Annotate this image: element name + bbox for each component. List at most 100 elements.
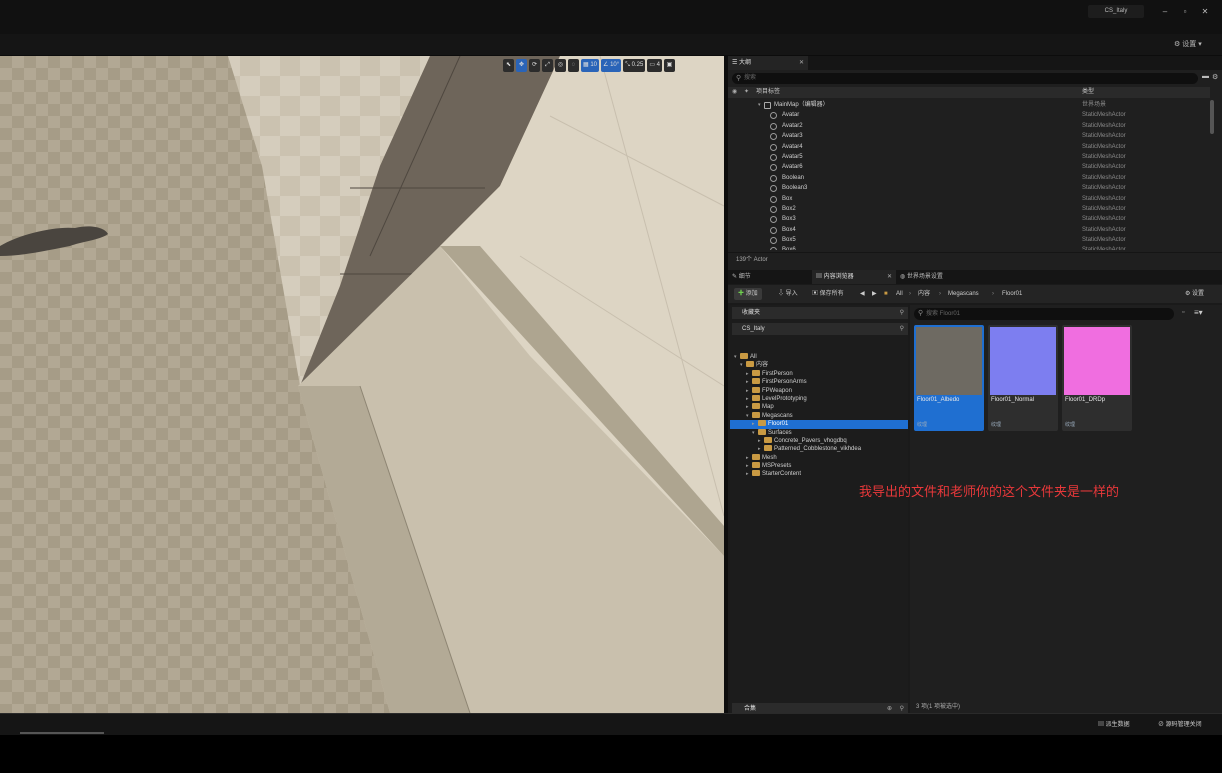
scale-snap-button[interactable]: ⤡ 0.25 [623,59,646,72]
asset-search-input[interactable]: 搜索 Floor01 [914,308,1174,320]
tree-item[interactable]: ▸ Floor01 [730,420,908,429]
tab-world-settings[interactable]: ◍ 世界场景设置 [896,270,996,284]
static-mesh-icon [770,143,777,151]
globe-icon: ◍ [900,274,907,280]
outliner-row[interactable]: Boolean StaticMeshActor [728,173,1210,183]
no-entry-icon: ⊘ [1158,722,1166,728]
tree-item[interactable]: ▸ StarterContent [730,470,908,478]
derived-data-button[interactable]: ▤ 派生数据 [1098,719,1130,731]
project-label: CS_Italy [742,326,765,332]
select-mode-button[interactable]: ⬉ [503,59,514,72]
content-settings-button[interactable]: ⚙ 设置 [1185,288,1204,300]
outliner-row[interactable]: Avatar4 StaticMeshActor [728,142,1210,152]
breadcrumb-content[interactable]: 内容 [918,288,930,300]
save-search-icon[interactable]: ▫ [1182,309,1184,316]
tree-item[interactable]: ▸ LevelPrototyping [730,394,908,403]
asset-tile[interactable]: Floor01_Albedo 纹理 [914,325,984,431]
maximize-viewport-button[interactable]: ▣ [664,59,675,72]
static-mesh-icon [770,185,777,193]
breadcrumb-all[interactable]: All [896,288,903,300]
minimize-button[interactable]: – [1157,5,1173,19]
save-all-button[interactable]: ▣ 保存所有 [808,288,848,300]
tree-item[interactable]: ▸ MSPresets [730,462,908,470]
tree-item[interactable]: ▾ Megascans [730,411,908,420]
menu-bar: ⚙ 设置 ▾ [0,34,1222,56]
asset-tile[interactable]: Floor01_Normal 纹理 [988,325,1058,431]
outliner-row[interactable]: Box3 StaticMeshActor [728,214,1210,224]
outliner-scrollbar[interactable] [1210,100,1214,134]
import-button[interactable]: ⇩ 导入 [774,288,802,300]
tree-item-label: FirstPersonArms [762,379,807,386]
settings-label: 设置 [1192,291,1205,297]
tree-item[interactable]: ▸ FirstPerson [730,369,908,378]
static-mesh-icon [770,174,777,182]
outliner-row[interactable]: Box5 StaticMeshActor [728,235,1210,245]
close-icon[interactable]: ✕ [799,56,804,70]
outliner-row[interactable]: Avatar5 StaticMeshActor [728,152,1210,162]
grid-snap-button[interactable]: ▦ 10 [581,59,600,72]
tree-item[interactable]: ▸ Map [730,403,908,411]
outliner-row[interactable]: Box6 StaticMeshActor [728,245,1210,250]
camera-speed-button[interactable]: ▭ 4 [647,59,662,72]
settings-menu[interactable]: ⚙ 设置 ▾ [1174,38,1202,51]
tree-item[interactable]: ▸ Mesh [730,453,908,462]
tree-item[interactable]: ▾ Surfaces [730,428,908,437]
outliner-row[interactable]: Avatar2 StaticMeshActor [728,121,1210,131]
row-type: StaticMeshActor [1082,185,1126,192]
history-back-button[interactable]: ◀ [856,288,869,300]
filter-icon[interactable]: ≡▾ [1194,308,1203,317]
tab-outliner[interactable]: ☰ 大纲 ✕ [728,56,808,70]
breadcrumb-separator-icon: › [939,291,941,297]
outliner-search-input[interactable]: 搜索 [732,73,1198,84]
outliner-row[interactable]: Avatar6 StaticMeshActor [728,162,1210,172]
breadcrumb-floor01[interactable]: Floor01 [1002,288,1022,300]
tab-content-browser[interactable]: ▤ 内容浏览器 ✕ [812,270,896,284]
add-button[interactable]: ✚ 添加 [734,288,762,300]
rotate-snap-button[interactable]: ∠ 10° [601,59,622,72]
tab-details[interactable]: ✎ 细节 [728,270,812,284]
tree-item[interactable]: ▸ FirstPersonArms [730,378,908,386]
tree-item[interactable]: ▾ 内容 [730,361,908,369]
maximize-button[interactable]: ▫ [1177,5,1193,19]
outliner-row[interactable]: Box StaticMeshActor [728,194,1210,204]
rotate-mode-button[interactable]: ⟳ [529,59,540,72]
project-name-tab[interactable]: CS_Italy [1088,5,1144,18]
outliner-root-row[interactable]: ▾ MainMap（编辑器） 世界场景 [728,100,1210,110]
level-viewport[interactable]: ⬉ ✥ ⟳ ⤢ ◎ ◌ ▦ 10 ∠ 10° ⤡ 0.25 ▭ 4 ▣ [0,56,724,713]
project-section[interactable]: CS_Italy ⚲ [732,323,908,335]
search-icon[interactable]: ⚲ [900,307,904,319]
column-type[interactable]: 类型 [1082,87,1094,98]
row-type: StaticMeshActor [1082,122,1126,129]
history-forward-button[interactable]: ▶ [868,288,881,300]
gear-icon[interactable]: ⚙ [1212,73,1218,81]
pin-icon[interactable]: ✦ [744,87,749,98]
outliner-row[interactable]: Box4 StaticMeshActor [728,225,1210,235]
breadcrumb-megascans[interactable]: Megascans [948,288,979,300]
surface-snap-button[interactable]: ◌ [568,59,579,72]
outliner-row[interactable]: Boolean3 StaticMeshActor [728,183,1210,193]
tree-item[interactable]: ▸ Patterned_Cobblestone_vikhdea [730,445,908,453]
favorites-section[interactable]: 收藏夹 ⚲ [732,307,908,319]
row-name: Boolean [782,174,805,181]
outliner-row[interactable]: Avatar StaticMeshActor [728,110,1210,120]
eye-icon[interactable]: ◉ [732,87,737,98]
tree-item[interactable]: ▾ All [730,353,908,361]
source-control-button[interactable]: ⊘ 源码管理关闭 [1158,719,1202,731]
row-name: Avatar6 [782,164,803,171]
asset-tile[interactable]: Floor01_DRDp 纹理 [1062,325,1132,431]
tree-item[interactable]: ▸ FPWeapon [730,386,908,395]
world-space-button[interactable]: ◎ [555,59,566,72]
close-button[interactable]: ✕ [1197,5,1213,19]
close-icon[interactable]: ✕ [887,270,892,284]
column-label[interactable]: 项目标签 [756,87,780,98]
tree-item-label: LevelPrototyping [762,395,807,402]
add-folder-icon[interactable]: ▬ [1202,73,1209,80]
outliner-row[interactable]: Box2 StaticMeshActor [728,204,1210,214]
translate-mode-button[interactable]: ✥ [516,59,527,72]
row-name: Avatar4 [782,143,803,150]
tree-item[interactable]: ▸ Concrete_Pavers_vhogdbq [730,436,908,445]
outliner-row[interactable]: Avatar3 StaticMeshActor [728,131,1210,141]
scale-mode-button[interactable]: ⤢ [542,59,553,72]
search-icon[interactable]: ⚲ [900,323,904,335]
asset-view: 搜索 Floor01 ⚲ ▫ ≡▾ Floor01_Albedo 纹理 Floor0… [910,305,1222,713]
